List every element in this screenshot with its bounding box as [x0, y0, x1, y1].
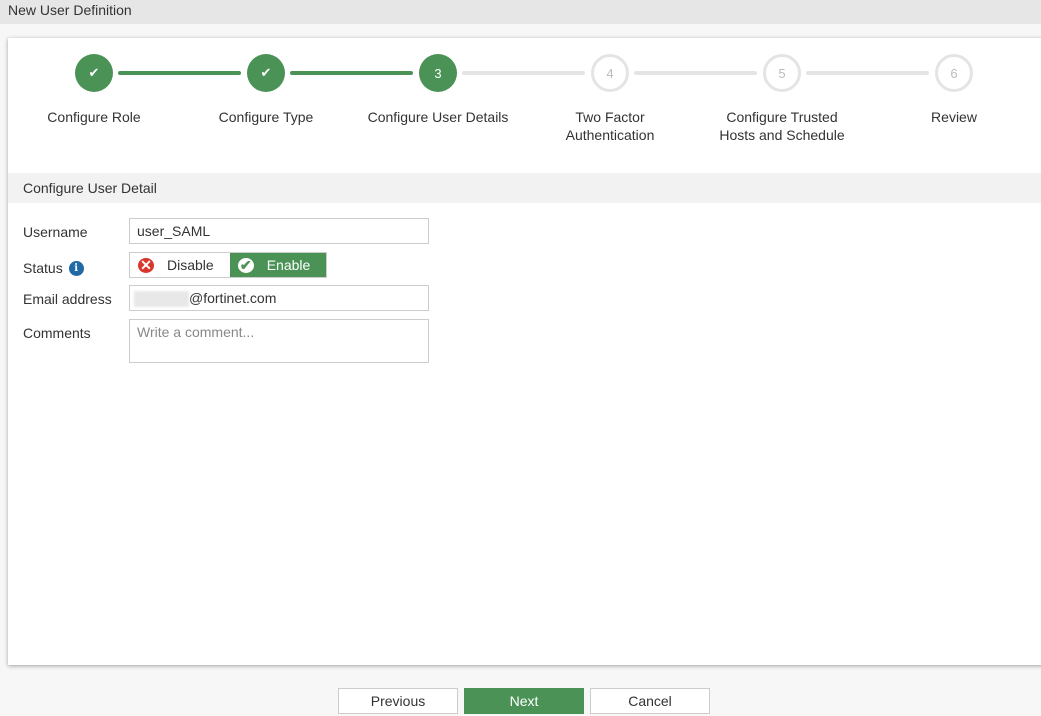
status-label: Status [23, 260, 63, 276]
step-number: 4 [591, 54, 629, 92]
step-number: 5 [763, 54, 801, 92]
next-button[interactable]: Next [464, 688, 584, 714]
step-configure-user-details: 3 Configure User Details [352, 54, 524, 126]
status-label-row: Status i [23, 260, 84, 276]
enable-label: Enable [266, 257, 311, 273]
step-number: 6 [935, 54, 973, 92]
status-enable-option[interactable]: ✔ Enable [229, 253, 327, 277]
comments-textarea[interactable]: Write a comment... [129, 319, 429, 363]
step-label: Configure User Details [367, 109, 509, 125]
comments-label: Comments [23, 325, 91, 341]
section-title: Configure User Detail [8, 173, 1041, 203]
step-label: Configure Type [218, 109, 314, 125]
step-label: Configure Role [47, 109, 141, 125]
info-icon[interactable]: i [68, 260, 84, 276]
window-title: New User Definition [0, 0, 1041, 24]
disable-label: Disable [167, 257, 214, 273]
step-configure-role: ✔ Configure Role [8, 54, 180, 126]
x-circle-icon: ✕ [138, 257, 154, 273]
step-configure-type: ✔ Configure Type [180, 54, 352, 126]
status-toggle[interactable]: ✕ Disable ✔ Enable [129, 252, 328, 278]
previous-button[interactable]: Previous [338, 688, 458, 714]
check-icon: ✔ [247, 54, 285, 92]
email-label: Email address [23, 291, 112, 307]
check-circle-icon: ✔ [237, 257, 254, 273]
redacted-text [134, 291, 189, 308]
check-icon: ✔ [75, 54, 113, 92]
step-number: 3 [419, 54, 457, 92]
cancel-button[interactable]: Cancel [590, 688, 710, 714]
username-input[interactable]: user_SAML [129, 218, 429, 244]
step-label: Review [931, 109, 977, 125]
step-trusted-hosts: 5 Configure Trusted Hosts and Schedule [696, 54, 868, 144]
step-two-factor: 4 Two Factor Authentication [524, 54, 696, 144]
wizard-panel: ✔ Configure Role ✔ Configure Type 3 Conf… [8, 38, 1041, 665]
email-input[interactable]: @fortinet.com [129, 285, 429, 311]
username-label: Username [23, 224, 88, 240]
email-value: @fortinet.com [189, 290, 277, 306]
step-label: Configure Trusted Hosts and Schedule [719, 109, 845, 143]
step-review: 6 Review [868, 54, 1040, 126]
status-disable-option[interactable]: ✕ Disable [130, 253, 230, 277]
step-label: Two Factor Authentication [565, 109, 655, 143]
